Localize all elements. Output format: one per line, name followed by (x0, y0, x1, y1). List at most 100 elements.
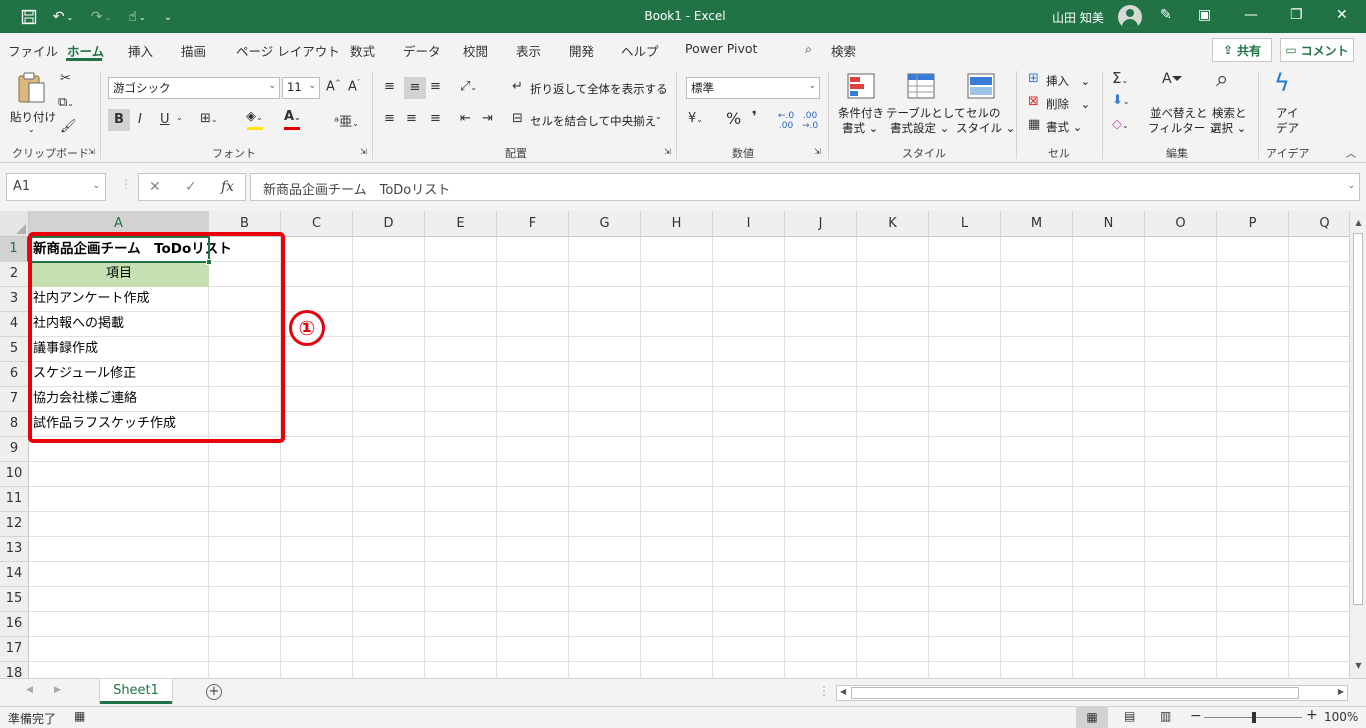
tab-search[interactable]: 検索 (831, 41, 856, 60)
add-sheet-icon[interactable]: + (206, 684, 222, 700)
cell-styles-label[interactable]: セルの (966, 105, 1001, 121)
column-header-k[interactable]: K (857, 211, 929, 237)
column-header-f[interactable]: F (497, 211, 569, 237)
tab-formulas[interactable]: 数式 (350, 41, 375, 60)
cell-a3[interactable]: 社内アンケート作成 (29, 287, 149, 312)
wrap-text-button[interactable]: 折り返して全体を表示する (530, 81, 668, 97)
format-as-table-icon[interactable] (906, 71, 936, 101)
insert-function-icon[interactable]: fx (221, 179, 234, 195)
pen-icon[interactable]: ✎ (1160, 7, 1172, 23)
restore-icon[interactable]: ❐ (1290, 7, 1303, 23)
sort-filter-label[interactable]: 並べ替えと (1150, 105, 1208, 121)
column-header-c[interactable]: C (281, 211, 353, 237)
normal-view-icon[interactable]: ▦ (1076, 707, 1108, 728)
sort-filter-icon[interactable]: A⏷ (1162, 71, 1183, 87)
phonetic-icon[interactable]: ᵃ亜⌄ (334, 111, 359, 130)
clear-icon[interactable]: ◇⌄ (1112, 117, 1129, 132)
search-icon[interactable]: ⌕ (805, 41, 812, 57)
align-left-icon[interactable]: ≡ (384, 111, 395, 126)
row-header-4[interactable]: 4 (0, 312, 29, 337)
format-as-table-label[interactable]: テーブルとして (886, 105, 965, 121)
row-header-7[interactable]: 7 (0, 387, 29, 412)
decrease-indent-icon[interactable]: ⇤ (460, 111, 471, 126)
comment-button[interactable]: ▭ コメント (1280, 38, 1354, 62)
paste-button[interactable]: 貼り付け ⌄ (8, 71, 56, 135)
ribbon-display-icon[interactable]: ▣ (1198, 7, 1211, 23)
conditional-format-icon[interactable] (846, 71, 876, 101)
column-header-h[interactable]: H (641, 211, 713, 237)
column-header-g[interactable]: G (569, 211, 641, 237)
zoom-in-icon[interactable]: + (1306, 707, 1318, 723)
cell-a6[interactable]: スケジュール修正 (29, 362, 136, 387)
column-header-d[interactable]: D (353, 211, 425, 237)
cell-a1[interactable]: 新商品企画チーム ToDoリスト (29, 237, 232, 262)
copy-icon[interactable]: ⧉⌄ (58, 95, 74, 110)
tab-file[interactable]: ファイル (8, 41, 58, 60)
cell-a5[interactable]: 議事録作成 (29, 337, 98, 362)
scroll-left-icon[interactable]: ◀ (840, 687, 846, 696)
vertical-scrollbar[interactable]: ▲ ▼ (1349, 211, 1366, 678)
column-header-l[interactable]: L (929, 211, 1001, 237)
delete-cells-icon[interactable]: ⊠ (1028, 94, 1039, 109)
column-header-a[interactable]: A (29, 211, 209, 237)
row-header-10[interactable]: 10 (0, 462, 29, 487)
delete-cells-button[interactable]: 削除 ⌄ (1046, 96, 1090, 112)
font-launcher-icon[interactable]: ⇲ (360, 147, 367, 156)
row-header-18[interactable]: 18 (0, 662, 29, 678)
row-header-9[interactable]: 9 (0, 437, 29, 462)
touch-mode-icon[interactable]: ☝ ⌄ (120, 6, 154, 28)
undo-icon[interactable]: ↶ ⌄ (48, 6, 78, 28)
align-bottom-icon[interactable]: ≡ (430, 79, 441, 94)
bold-button[interactable]: B (108, 109, 130, 131)
next-sheet-icon[interactable]: ▶ (54, 685, 61, 695)
sheet-tab-sheet1[interactable]: Sheet1 (100, 679, 172, 704)
column-header-q[interactable]: Q (1289, 211, 1349, 237)
fill-color-icon[interactable]: ◈⌄ (246, 109, 263, 124)
save-icon[interactable] (18, 6, 40, 28)
conditional-format-label[interactable]: 条件付き (838, 105, 884, 121)
find-select-label[interactable]: 検索と (1212, 105, 1247, 121)
name-box[interactable]: A1 ⌄ (6, 173, 106, 201)
tab-page-layout[interactable]: ページ レイアウト (236, 41, 340, 60)
align-top-icon[interactable]: ≡ (384, 79, 395, 94)
worksheet-grid[interactable]: ABCDEFGHIJKLMNOPQ 1 2 3 4 5 6 7 8 9 10 11 12 13 14 15 1… (0, 211, 1349, 678)
tab-help[interactable]: ヘルプ (621, 41, 659, 60)
tab-view[interactable]: 表示 (516, 41, 541, 60)
align-right-icon[interactable]: ≡ (430, 111, 441, 126)
user-name[interactable]: 山田 知美 (1052, 9, 1104, 26)
increase-decimal-icon[interactable]: ←.0.00 (778, 111, 794, 131)
column-header-o[interactable]: O (1145, 211, 1217, 237)
row-header-16[interactable]: 16 (0, 612, 29, 637)
fill-icon[interactable]: ⬇⌄ (1112, 93, 1130, 108)
row-header-6[interactable]: 6 (0, 362, 29, 387)
format-cells-icon[interactable]: ▦ (1028, 117, 1040, 132)
share-button[interactable]: ⇪ 共有 (1212, 38, 1272, 62)
scroll-down-icon[interactable]: ▼ (1351, 658, 1366, 674)
column-header-i[interactable]: I (713, 211, 785, 237)
row-header-8[interactable]: 8 (0, 412, 29, 437)
format-cells-button[interactable]: 書式 ⌄ (1046, 119, 1082, 135)
wrap-text-icon[interactable]: ↵ (512, 79, 523, 94)
currency-icon[interactable]: ¥⌄ (688, 111, 703, 126)
avatar[interactable] (1118, 5, 1142, 29)
cell-a4[interactable]: 社内報への掲載 (29, 312, 124, 337)
cancel-icon[interactable]: ✕ (149, 179, 161, 195)
alignment-launcher-icon[interactable]: ⇲ (664, 147, 671, 156)
redo-icon[interactable]: ↷ ⌄ (86, 6, 116, 28)
number-format-dropdown[interactable]: 標準 ⌄ (686, 77, 820, 99)
ideas-icon[interactable]: ϟ (1274, 69, 1290, 97)
scroll-right-icon[interactable]: ▶ (1338, 687, 1344, 696)
row-header-13[interactable]: 13 (0, 537, 29, 562)
font-color-icon[interactable]: A⌄ (284, 109, 301, 124)
tab-review[interactable]: 校閲 (463, 41, 488, 60)
row-header-5[interactable]: 5 (0, 337, 29, 362)
tab-developer[interactable]: 開発 (569, 41, 594, 60)
zoom-level[interactable]: 100% (1324, 710, 1358, 724)
decrease-font-icon[interactable]: Aˇ (348, 79, 360, 94)
column-header-p[interactable]: P (1217, 211, 1289, 237)
column-header-e[interactable]: E (425, 211, 497, 237)
row-header-17[interactable]: 17 (0, 637, 29, 662)
scroll-up-icon[interactable]: ▲ (1351, 215, 1366, 231)
tab-data[interactable]: データ (403, 41, 441, 60)
column-header-j[interactable]: J (785, 211, 857, 237)
